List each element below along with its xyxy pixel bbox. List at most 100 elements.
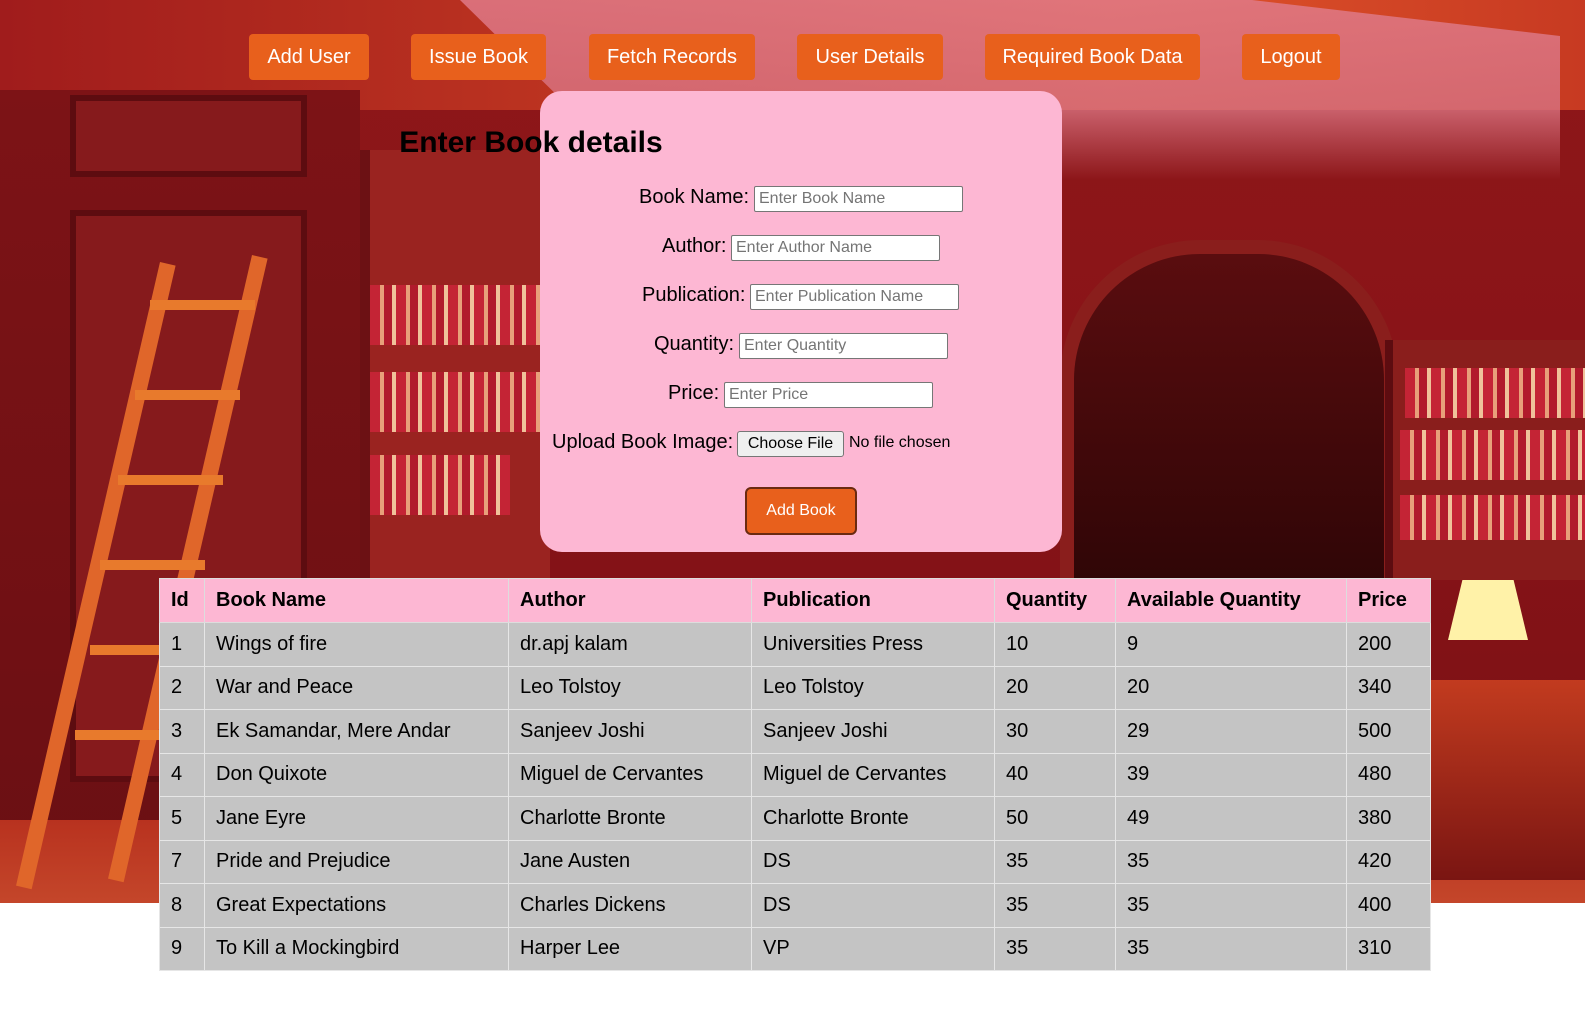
- cell-author: Jane Austen: [508, 839, 752, 884]
- cell-price: 340: [1346, 665, 1431, 710]
- ladder-rung: [118, 475, 223, 485]
- issue-book-button[interactable]: Issue Book: [411, 34, 546, 80]
- price-input[interactable]: [724, 382, 933, 408]
- table-row: 9 To Kill a Mockingbird Harper Lee VP 35…: [159, 926, 1431, 971]
- column-header-author: Author: [508, 578, 752, 623]
- cell-book-name: Don Quixote: [204, 752, 509, 797]
- form-title: Enter Book details: [399, 126, 663, 159]
- table-header-row: Id Book Name Author Publication Quantity…: [159, 578, 1431, 623]
- add-user-button[interactable]: Add User: [249, 34, 369, 80]
- book-name-input[interactable]: [754, 186, 963, 212]
- cell-book-name: Jane Eyre: [204, 796, 509, 841]
- ladder-rung: [150, 300, 255, 310]
- cell-quantity: 40: [994, 752, 1116, 797]
- cell-price: 480: [1346, 752, 1431, 797]
- desk: [1430, 680, 1585, 880]
- cell-id: 5: [159, 796, 205, 841]
- lamp: [1448, 580, 1528, 640]
- book-name-label: Book Name:: [639, 186, 750, 208]
- cell-available-quantity: 35: [1115, 839, 1347, 884]
- cell-author: Harper Lee: [508, 926, 752, 971]
- cell-price: 310: [1346, 926, 1431, 971]
- quantity-label: Quantity:: [654, 333, 735, 355]
- publication-label: Publication:: [642, 284, 746, 306]
- ladder-rung: [100, 560, 205, 570]
- cell-publication: Miguel de Cervantes: [751, 752, 995, 797]
- price-label: Price:: [668, 382, 720, 404]
- user-details-button[interactable]: User Details: [797, 34, 943, 80]
- cell-price: 380: [1346, 796, 1431, 841]
- table-row: 3 Ek Samandar, Mere Andar Sanjeev Joshi …: [159, 709, 1431, 754]
- cell-quantity: 50: [994, 796, 1116, 841]
- column-header-price: Price: [1346, 578, 1431, 623]
- cell-quantity: 10: [994, 622, 1116, 667]
- cell-id: 4: [159, 752, 205, 797]
- cell-book-name: Wings of fire: [204, 622, 509, 667]
- books-table: Id Book Name Author Publication Quantity…: [159, 578, 1431, 971]
- cell-available-quantity: 9: [1115, 622, 1347, 667]
- cell-book-name: Great Expectations: [204, 883, 509, 928]
- cell-publication: Universities Press: [751, 622, 995, 667]
- cell-quantity: 20: [994, 665, 1116, 710]
- add-book-form: [540, 91, 1062, 552]
- cell-id: 8: [159, 883, 205, 928]
- cell-available-quantity: 29: [1115, 709, 1347, 754]
- table-row: 8 Great Expectations Charles Dickens DS …: [159, 883, 1431, 928]
- author-label: Author:: [662, 235, 727, 257]
- cell-author: Leo Tolstoy: [508, 665, 752, 710]
- fetch-records-button[interactable]: Fetch Records: [589, 34, 755, 80]
- cell-price: 400: [1346, 883, 1431, 928]
- cell-id: 9: [159, 926, 205, 971]
- author-input[interactable]: [731, 235, 940, 261]
- table-row: 5 Jane Eyre Charlotte Bronte Charlotte B…: [159, 796, 1431, 841]
- cell-quantity: 35: [994, 839, 1116, 884]
- table-row: 7 Pride and Prejudice Jane Austen DS 35 …: [159, 839, 1431, 884]
- left-bookshelf: [360, 150, 550, 580]
- cell-author: Sanjeev Joshi: [508, 709, 752, 754]
- cell-book-name: Pride and Prejudice: [204, 839, 509, 884]
- books: [1405, 368, 1585, 418]
- cell-available-quantity: 49: [1115, 796, 1347, 841]
- cell-author: Miguel de Cervantes: [508, 752, 752, 797]
- table-row: 1 Wings of fire dr.apj kalam Universitie…: [159, 622, 1431, 667]
- cell-book-name: War and Peace: [204, 665, 509, 710]
- cell-publication: DS: [751, 883, 995, 928]
- add-book-button[interactable]: Add Book: [745, 487, 857, 535]
- column-header-available-quantity: Available Quantity: [1115, 578, 1347, 623]
- file-status-text: No file chosen: [849, 434, 951, 451]
- column-header-book-name: Book Name: [204, 578, 509, 623]
- cell-publication: DS: [751, 839, 995, 884]
- column-header-id: Id: [159, 578, 205, 623]
- cell-book-name: Ek Samandar, Mere Andar: [204, 709, 509, 754]
- cell-id: 3: [159, 709, 205, 754]
- publication-input[interactable]: [750, 284, 959, 310]
- cell-id: 2: [159, 665, 205, 710]
- cell-available-quantity: 39: [1115, 752, 1347, 797]
- cell-available-quantity: 35: [1115, 883, 1347, 928]
- archway: [1060, 240, 1398, 594]
- cell-id: 1: [159, 622, 205, 667]
- column-header-publication: Publication: [751, 578, 995, 623]
- books: [370, 285, 540, 345]
- cell-available-quantity: 35: [1115, 926, 1347, 971]
- cell-quantity: 35: [994, 926, 1116, 971]
- logout-button[interactable]: Logout: [1242, 34, 1340, 80]
- cell-publication: Leo Tolstoy: [751, 665, 995, 710]
- cell-book-name: To Kill a Mockingbird: [204, 926, 509, 971]
- cell-publication: Sanjeev Joshi: [751, 709, 995, 754]
- column-header-quantity: Quantity: [994, 578, 1116, 623]
- choose-file-button[interactable]: Choose File: [737, 431, 844, 457]
- cell-author: dr.apj kalam: [508, 622, 752, 667]
- cell-publication: Charlotte Bronte: [751, 796, 995, 841]
- quantity-input[interactable]: [739, 333, 948, 359]
- books: [1400, 430, 1585, 480]
- cell-author: Charles Dickens: [508, 883, 752, 928]
- required-book-data-button[interactable]: Required Book Data: [985, 34, 1200, 80]
- books: [370, 372, 540, 432]
- cell-quantity: 30: [994, 709, 1116, 754]
- cell-price: 420: [1346, 839, 1431, 884]
- books: [370, 455, 510, 515]
- cell-quantity: 35: [994, 883, 1116, 928]
- cell-author: Charlotte Bronte: [508, 796, 752, 841]
- cell-price: 200: [1346, 622, 1431, 667]
